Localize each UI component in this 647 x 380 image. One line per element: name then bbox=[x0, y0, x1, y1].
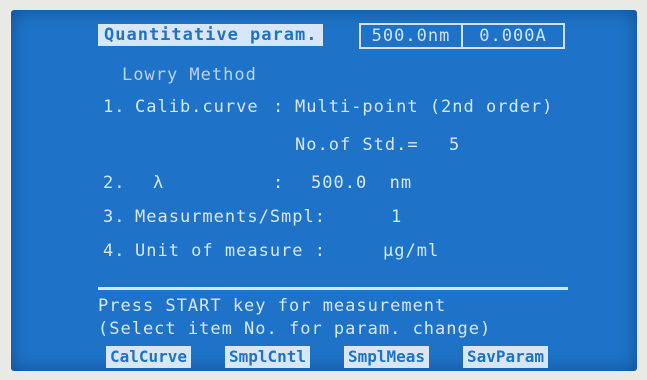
param-2-separator: : bbox=[273, 173, 285, 193]
softkey-smplcntl[interactable]: SmplCntl bbox=[225, 346, 311, 368]
message-select-item: (Select item No. for param. change) bbox=[98, 319, 492, 339]
param-1-value: Multi-point (2nd order) bbox=[295, 97, 554, 117]
method-name: Lowry Method bbox=[122, 65, 257, 85]
param-3-number[interactable]: 3. bbox=[103, 207, 125, 227]
num-standards-label: No.of Std.= bbox=[295, 135, 419, 155]
softkey-smplmeas[interactable]: SmplMeas bbox=[344, 346, 430, 368]
softkey-savparam[interactable]: SavParam bbox=[463, 346, 549, 368]
instrument-screen: Quantitative param. 500.0nm 0.000A Lowry… bbox=[11, 10, 637, 371]
param-4-number[interactable]: 4. bbox=[103, 241, 125, 261]
message-start-key: Press START key for measurement bbox=[98, 296, 447, 316]
param-1-separator: : bbox=[273, 97, 285, 117]
param-2-value: 500.0 nm bbox=[311, 173, 413, 193]
param-3-value: 1 bbox=[391, 207, 403, 227]
wavelength-status: 500.0nm bbox=[359, 23, 463, 49]
param-1-number[interactable]: 1. bbox=[103, 97, 125, 117]
param-2-number[interactable]: 2. bbox=[103, 173, 125, 193]
param-4-label: Unit of measure : bbox=[135, 241, 326, 261]
param-3-label: Measurments/Smpl: bbox=[135, 207, 326, 227]
num-standards-value: 5 bbox=[449, 135, 461, 155]
param-4-value: μg/ml bbox=[383, 241, 440, 261]
message-divider bbox=[98, 287, 568, 290]
param-2-label: λ bbox=[153, 173, 165, 193]
screen-title: Quantitative param. bbox=[98, 24, 324, 46]
softkey-calcurve[interactable]: CalCurve bbox=[106, 346, 192, 368]
param-1-label: Calib.curve bbox=[135, 97, 259, 117]
absorbance-status: 0.000A bbox=[461, 23, 565, 49]
